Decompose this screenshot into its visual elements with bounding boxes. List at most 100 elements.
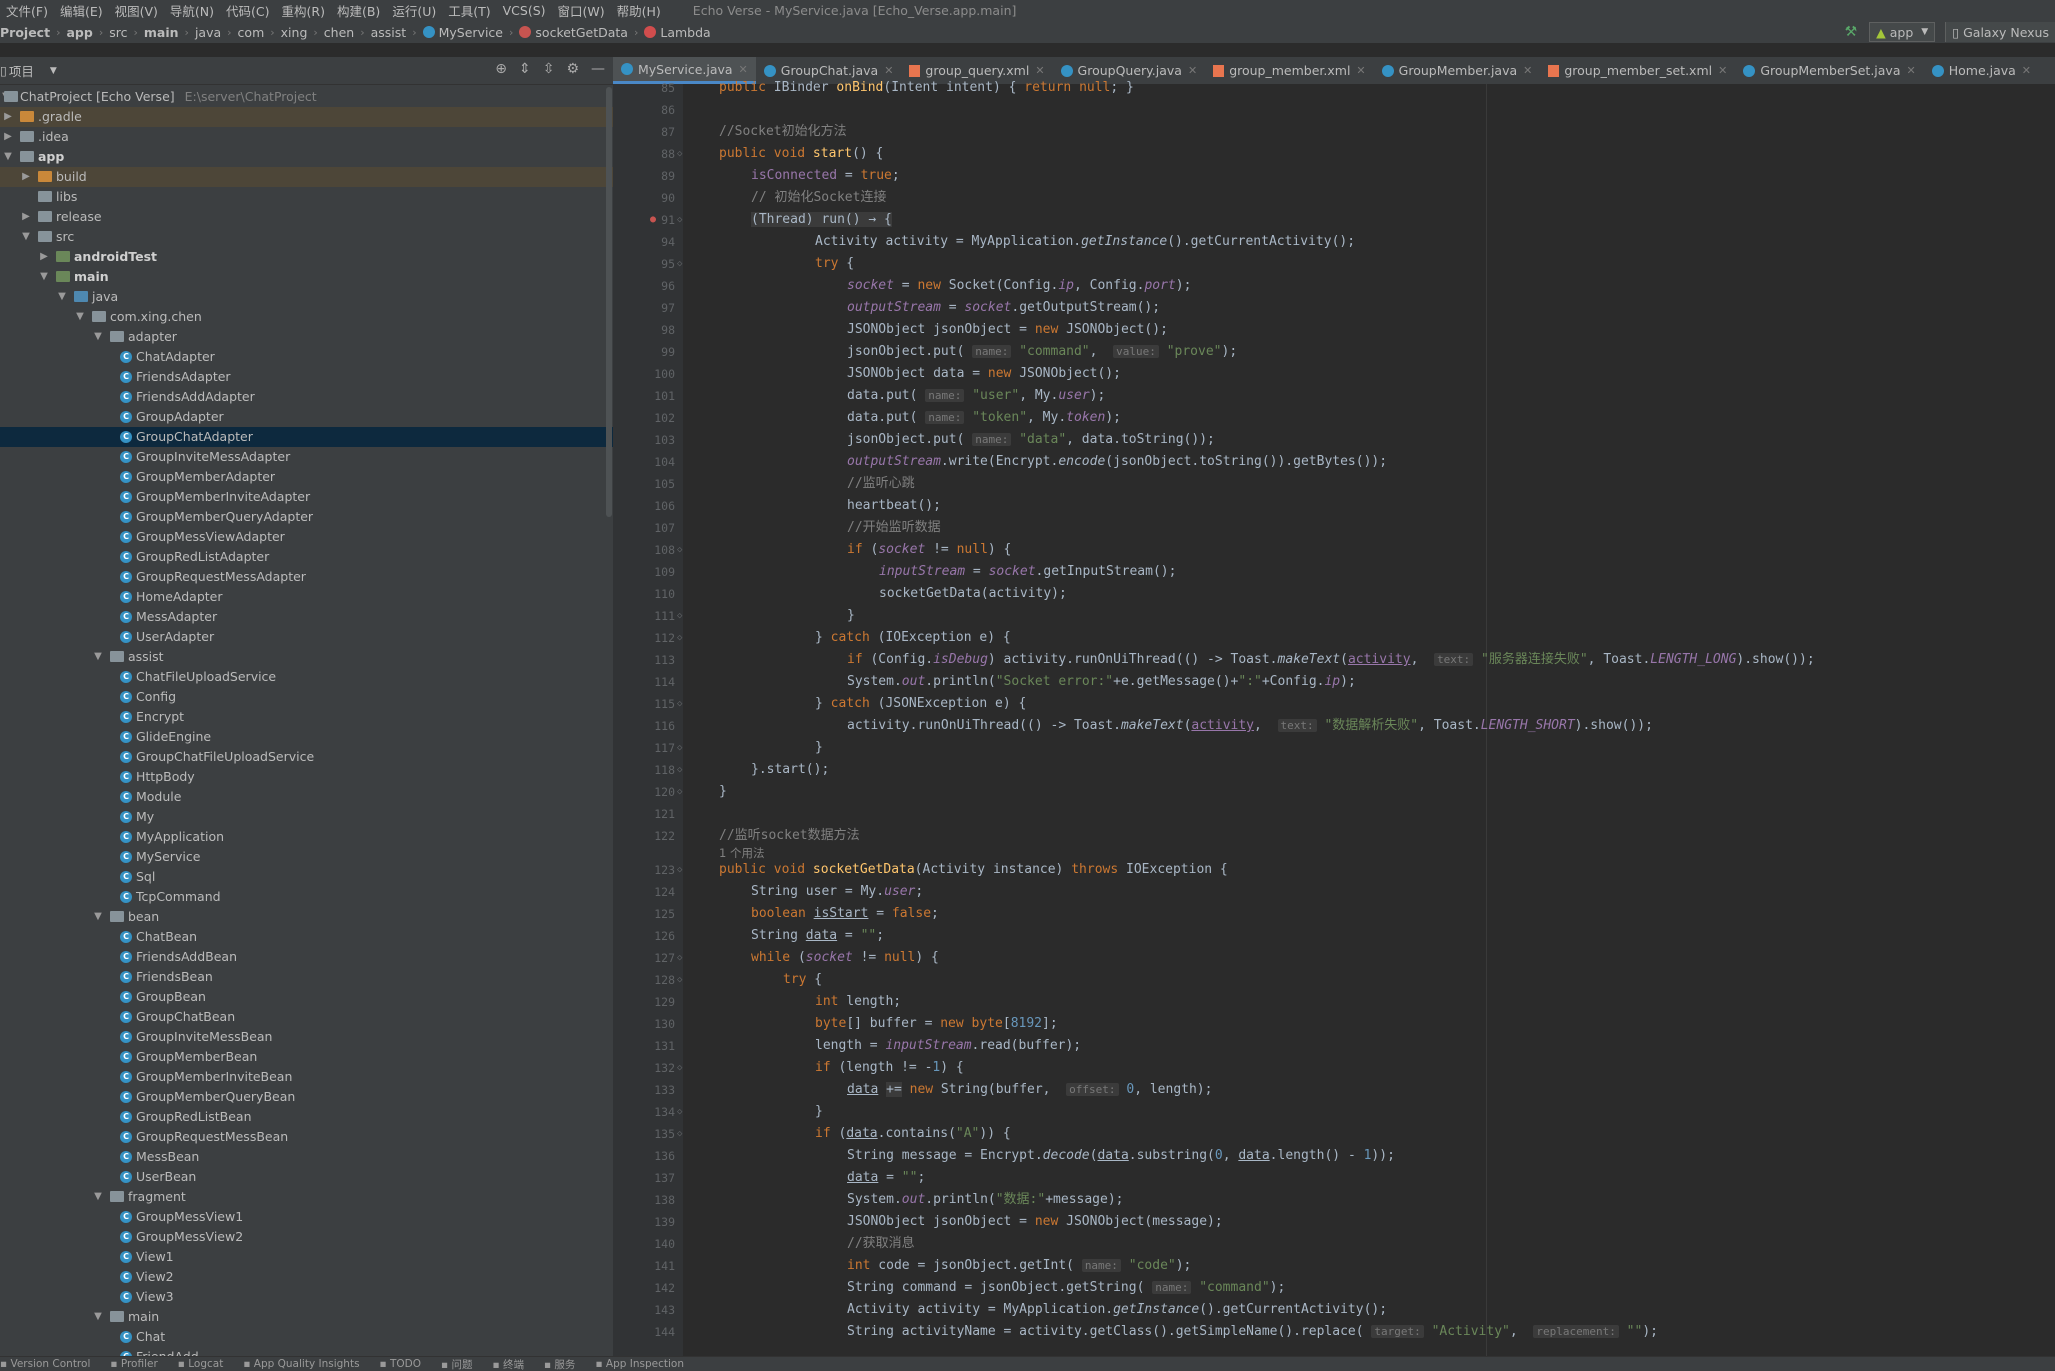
tree-item[interactable]: CGroupMemberQueryBean [0, 1087, 613, 1107]
breadcrumb-item[interactable]: MyService [423, 25, 503, 40]
tree-item[interactable]: CHomeAdapter [0, 587, 613, 607]
project-panel-title[interactable]: 项目 [9, 61, 34, 80]
tree-item[interactable]: ▼app [0, 147, 613, 167]
tree-item[interactable]: CUserBean [0, 1167, 613, 1187]
fold-marker-icon[interactable]: ◇ [677, 253, 682, 275]
tree-item[interactable]: CView1 [0, 1247, 613, 1267]
tree-item[interactable]: CGroupBean [0, 987, 613, 1007]
menu-item-4[interactable]: 代码(C) [220, 1, 275, 20]
tree-item[interactable]: CChatBean [0, 927, 613, 947]
menu-item-11[interactable]: 帮助(H) [611, 1, 667, 20]
tree-item[interactable]: CGlideEngine [0, 727, 613, 747]
chevron-right-icon[interactable]: ▶ [20, 207, 32, 227]
close-icon[interactable]: ✕ [1188, 64, 1197, 77]
tree-item[interactable]: CGroupChatBean [0, 1007, 613, 1027]
fold-marker-icon[interactable]: ◇ [677, 969, 682, 991]
tree-item[interactable]: CConfig [0, 687, 613, 707]
tree-item[interactable]: CChat [0, 1327, 613, 1347]
chevron-down-icon[interactable]: ▼ [92, 327, 104, 347]
tree-item[interactable]: CView3 [0, 1287, 613, 1307]
tree-item[interactable]: CGroupChatAdapter [0, 427, 613, 447]
tree-item[interactable]: ▼bean [0, 907, 613, 927]
tree-item[interactable]: CChatFileUploadService [0, 667, 613, 687]
tree-item[interactable]: libs [0, 187, 613, 207]
tool-window-button[interactable]: ▪ App Inspection [595, 1358, 684, 1370]
tool-window-button[interactable]: ▪ 问题 [441, 1357, 472, 1371]
tree-item[interactable]: ▼src [0, 227, 613, 247]
menu-item-5[interactable]: 重构(R) [276, 1, 331, 20]
device-select[interactable]: ▯ Galaxy Nexus [1945, 22, 2055, 42]
fold-marker-icon[interactable]: ◇ [677, 1057, 682, 1079]
tree-item[interactable]: CChatAdapter [0, 347, 613, 367]
chevron-down-icon[interactable]: ▼ [20, 227, 32, 247]
breadcrumb-item[interactable]: src [109, 25, 127, 40]
tree-item[interactable]: CGroupMemberInviteBean [0, 1067, 613, 1087]
menu-item-10[interactable]: 窗口(W) [552, 1, 611, 20]
chevron-down-icon[interactable]: ▼ [50, 66, 57, 76]
tree-item[interactable]: CMessBean [0, 1147, 613, 1167]
menu-item-1[interactable]: 编辑(E) [54, 1, 109, 20]
tool-window-button[interactable]: ▪ App Quality Insights [243, 1358, 359, 1370]
breadcrumb-item[interactable]: socketGetData [519, 25, 628, 40]
tool-window-button[interactable]: ▪ Profiler [110, 1358, 157, 1370]
tree-item[interactable]: CGroupMemberBean [0, 1047, 613, 1067]
tree-item[interactable]: CMyApplication [0, 827, 613, 847]
breadcrumb-item[interactable]: xing [281, 25, 308, 40]
code-area[interactable]: 85public IBinder onBind(Intent intent) {… [613, 84, 2055, 1356]
breadcrumb-item[interactable]: assist [371, 25, 407, 40]
breadcrumb-item[interactable]: chen [324, 25, 354, 40]
tree-item[interactable]: ▼adapter [0, 327, 613, 347]
tool-window-button[interactable]: ▪ 服务 [544, 1357, 575, 1371]
tree-item[interactable]: CMy [0, 807, 613, 827]
close-icon[interactable]: ✕ [1356, 64, 1365, 77]
tree-item[interactable]: ▶build [0, 167, 613, 187]
tree-item[interactable]: ▼com.xing.chen [0, 307, 613, 327]
fold-marker-icon[interactable]: ◇ [677, 737, 682, 759]
tree-root[interactable]: ▼ ChatProject [Echo Verse] E:\server\Cha… [0, 87, 613, 107]
tree-item[interactable]: CGroupMessView1 [0, 1207, 613, 1227]
chevron-down-icon[interactable]: ▼ [92, 647, 104, 667]
breadcrumb-item[interactable]: main [144, 25, 179, 40]
menu-item-3[interactable]: 导航(N) [164, 1, 220, 20]
chevron-right-icon[interactable]: ▶ [20, 167, 32, 187]
tree-item[interactable]: ▼java [0, 287, 613, 307]
chevron-down-icon[interactable]: ▼ [2, 147, 14, 167]
chevron-down-icon[interactable]: ▼ [56, 287, 68, 307]
tree-item[interactable]: ▼main [0, 1307, 613, 1327]
fold-marker-icon[interactable]: ◇ [677, 605, 682, 627]
close-icon[interactable]: ✕ [1907, 64, 1916, 77]
tool-window-button[interactable]: ▪ 终端 [493, 1357, 524, 1371]
breadcrumb-item[interactable]: java [195, 25, 221, 40]
chevron-down-icon[interactable]: ▼ [92, 1187, 104, 1207]
tree-item[interactable]: CGroupRedListBean [0, 1107, 613, 1127]
tree-item[interactable]: CGroupAdapter [0, 407, 613, 427]
tree-item[interactable]: CModule [0, 787, 613, 807]
override-gutter-icon[interactable]: ● [650, 209, 656, 231]
tree-item[interactable]: CSql [0, 867, 613, 887]
tree-item[interactable]: CGroupRequestMessBean [0, 1127, 613, 1147]
tree-item[interactable]: CGroupMemberQueryAdapter [0, 507, 613, 527]
fold-marker-icon[interactable]: ◇ [677, 143, 682, 165]
tree-item[interactable]: CGroupMemberAdapter [0, 467, 613, 487]
chevron-down-icon[interactable]: ▼ [38, 267, 50, 287]
tree-item[interactable]: CFriendsAddAdapter [0, 387, 613, 407]
tree-item[interactable]: CMessAdapter [0, 607, 613, 627]
menu-item-9[interactable]: VCS(S) [497, 3, 552, 18]
tree-item[interactable]: ▶androidTest [0, 247, 613, 267]
gear-icon[interactable]: ⚙ [566, 61, 579, 77]
tree-item[interactable]: CGroupMessViewAdapter [0, 527, 613, 547]
menu-item-2[interactable]: 视图(V) [109, 1, 164, 20]
chevron-right-icon[interactable]: ▶ [38, 247, 50, 267]
chevron-down-icon[interactable]: ▼ [92, 1307, 104, 1327]
close-icon[interactable]: ✕ [739, 63, 748, 76]
run-config-select[interactable]: ▲ app ▼ [1869, 22, 1935, 42]
tree-item[interactable]: CFriendsAddBean [0, 947, 613, 967]
tree-item[interactable]: CGroupRedListAdapter [0, 547, 613, 567]
minimize-icon[interactable]: — [591, 61, 605, 77]
tree-item[interactable]: ▼assist [0, 647, 613, 667]
tool-window-button[interactable]: ▪ Version Control [0, 1358, 90, 1370]
tree-item[interactable]: CEncrypt [0, 707, 613, 727]
fold-marker-icon[interactable]: ◇ [677, 693, 682, 715]
breadcrumb-item[interactable]: Lambda [644, 25, 710, 40]
tree-item[interactable]: ▶.gradle [0, 107, 613, 127]
